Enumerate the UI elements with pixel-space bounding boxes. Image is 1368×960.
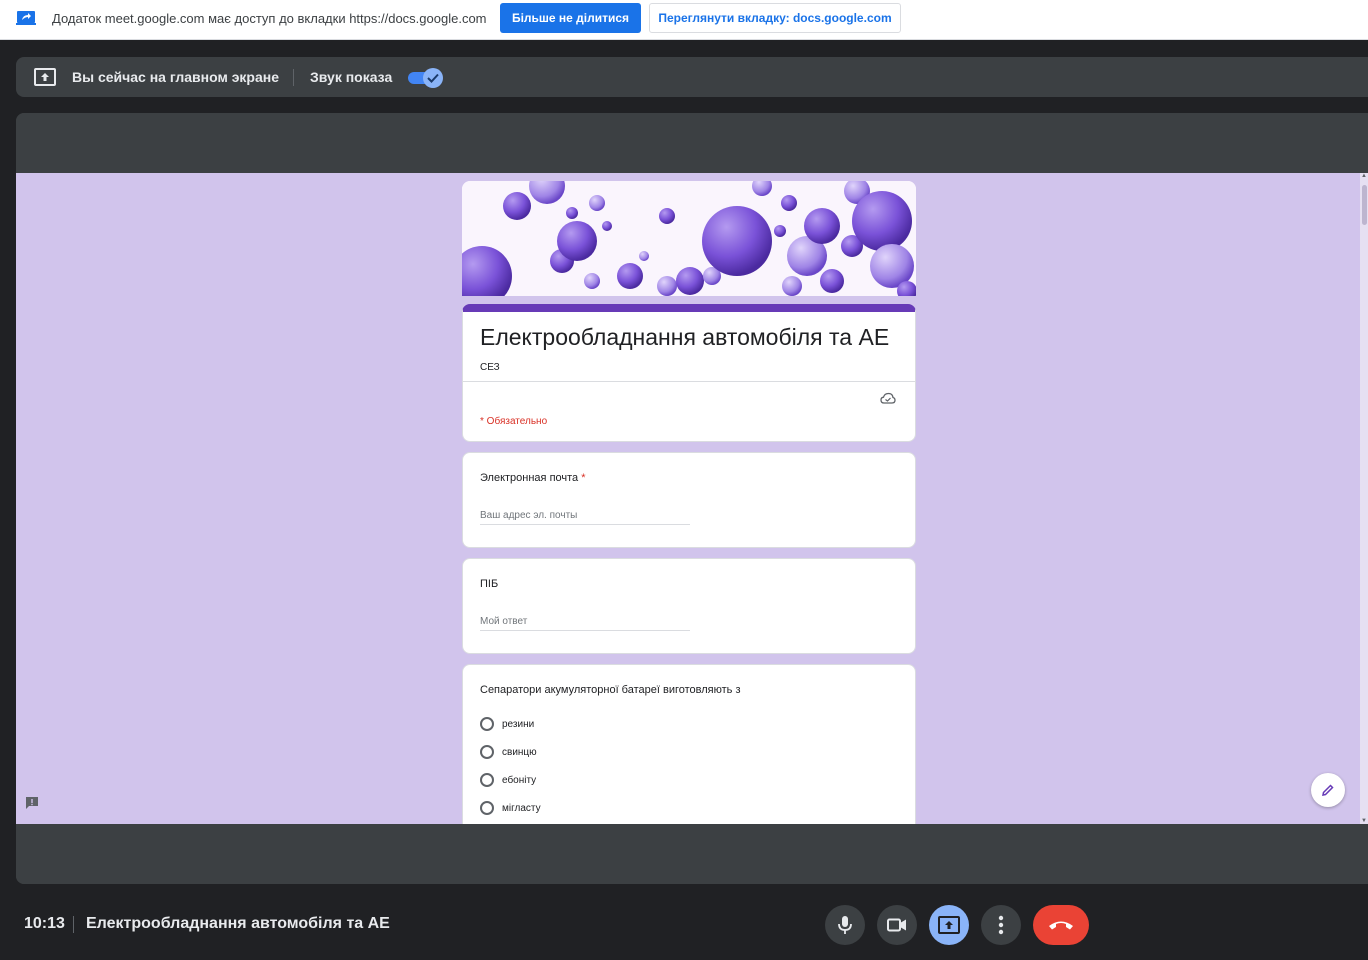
radio-button[interactable] [480, 773, 494, 787]
divider [463, 381, 915, 382]
choice-question-card: Сепаратори акумуляторної батареї виготов… [462, 664, 916, 824]
name-question-card: ПІБ [462, 558, 916, 654]
microphone-button[interactable] [825, 905, 865, 945]
tile-top-band [16, 113, 1368, 173]
check-icon [423, 68, 443, 88]
required-note: * Обязательно [480, 416, 548, 427]
presentation-audio-label: Звук показа [310, 69, 393, 85]
videocam-icon [887, 918, 906, 932]
shared-tab-content: Електрообладнання автомобіля та АЕ СЕЗ *… [16, 173, 1368, 824]
email-field[interactable] [480, 507, 690, 525]
cloud-save-icon[interactable] [880, 392, 896, 404]
screen-share-icon [16, 11, 36, 25]
form-header-image [462, 181, 916, 296]
call-end-icon [1049, 921, 1073, 930]
presenting-label: Вы сейчас на главном экране [72, 69, 280, 85]
choice-question-label: Сепаратори акумуляторної батареї виготов… [480, 684, 741, 696]
scrollbar[interactable]: ▲ ▼ [1360, 173, 1368, 824]
email-question-label: Электронная почта * [480, 472, 586, 484]
option-label: мігласту [502, 802, 541, 814]
divider [293, 69, 294, 86]
option-label: резини [502, 718, 535, 730]
choice-option[interactable]: свинцю [480, 744, 537, 760]
more-vert-icon [998, 915, 1004, 935]
email-question-card: Электронная почта * [462, 452, 916, 548]
stop-sharing-button[interactable]: Більше не ділитися [500, 3, 641, 33]
pencil-icon [1322, 784, 1334, 796]
leave-call-button[interactable] [1033, 905, 1089, 945]
bubbles-image [462, 181, 916, 296]
choice-option[interactable]: резини [480, 716, 534, 732]
mic-icon [838, 916, 852, 934]
present-now-button[interactable] [929, 905, 969, 945]
email-label-text: Электронная почта [480, 472, 579, 484]
feedback-icon[interactable] [25, 796, 39, 810]
view-tab-button[interactable]: Переглянути вкладку: docs.google.com [649, 3, 901, 33]
divider [73, 916, 74, 933]
more-options-button[interactable] [981, 905, 1021, 945]
radio-button[interactable] [480, 801, 494, 815]
meeting-clock: 10:13 [24, 915, 65, 932]
radio-button[interactable] [480, 717, 494, 731]
choice-option[interactable]: ебоніту [480, 772, 536, 788]
presentation-tile: Електрообладнання автомобіля та АЕ СЕЗ *… [16, 113, 1368, 884]
option-label: ебоніту [502, 774, 537, 786]
sharing-message: Додаток meet.google.com має доступ до вк… [52, 11, 487, 26]
presentation-audio-toggle[interactable] [408, 68, 446, 88]
form-description: СЕЗ [480, 362, 500, 373]
present-to-all-icon [938, 916, 960, 934]
camera-button[interactable] [877, 905, 917, 945]
option-label: свинцю [502, 746, 537, 758]
edit-form-button[interactable] [1311, 773, 1345, 807]
scroll-up-arrow[interactable]: ▲ [1361, 173, 1367, 179]
presenting-bar: Вы сейчас на главном экране Звук показа [16, 57, 1368, 97]
meeting-title: Електрообладнання автомобіля та АЕ [86, 915, 390, 932]
name-answer-field[interactable] [480, 613, 690, 631]
tab-sharing-bar: Додаток meet.google.com має доступ до вк… [0, 0, 1368, 40]
required-star: * [581, 472, 586, 484]
form-title-card: Електрообладнання автомобіля та АЕ СЕЗ *… [462, 304, 916, 442]
radio-button[interactable] [480, 745, 494, 759]
form-title: Електрообладнання автомобіля та АЕ [480, 324, 890, 350]
scroll-thumb[interactable] [1362, 185, 1367, 225]
choice-option[interactable]: мігласту [480, 800, 541, 816]
name-question-label: ПІБ [480, 578, 499, 590]
tile-bottom-band [16, 824, 1368, 884]
present-to-all-icon [34, 68, 56, 86]
